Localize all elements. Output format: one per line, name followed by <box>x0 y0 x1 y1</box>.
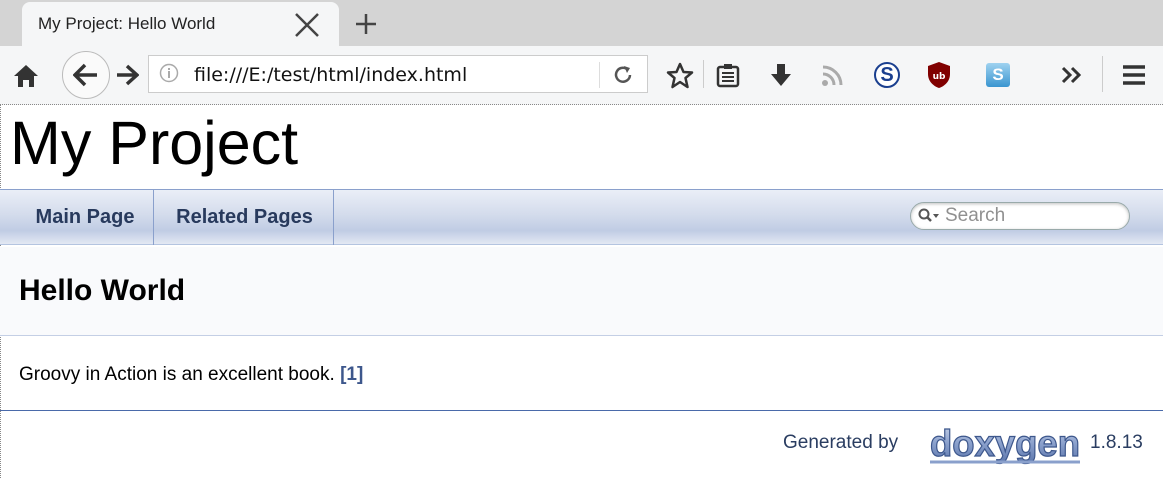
rss-feed-icon[interactable] <box>820 64 844 88</box>
s-blue-extension-icon[interactable]: S <box>986 63 1010 87</box>
back-button[interactable] <box>62 51 110 99</box>
tab-title: My Project: Hello World <box>38 14 216 33</box>
browser-tab[interactable]: My Project: Hello World <box>22 2 339 46</box>
page-heading: Hello World <box>19 274 186 307</box>
search-input[interactable] <box>945 205 1115 227</box>
browser-tab-bar: My Project: Hello World <box>0 0 1163 46</box>
hamburger-menu-icon[interactable] <box>1121 64 1147 86</box>
toolbar-divider <box>703 60 704 88</box>
footer-generated-by: Generated by <box>783 432 899 453</box>
citation-link[interactable]: [1] <box>340 364 363 385</box>
footer-divider <box>0 410 1163 411</box>
content-paragraph: Groovy in Action is an excellent book. [… <box>19 364 363 386</box>
info-icon[interactable] <box>159 63 179 83</box>
project-title: My Project <box>10 109 299 177</box>
home-icon[interactable] <box>12 63 40 89</box>
reading-list-icon[interactable] <box>715 63 741 89</box>
tab-main-page[interactable]: Main Page <box>18 190 152 245</box>
url-bar[interactable]: file:///E:/test/html/index.html <box>148 55 648 93</box>
doxygen-nav-tabs: Main Page Related Pages <box>0 189 1163 245</box>
content-text: Groovy in Action is an excellent book. <box>19 364 335 385</box>
close-icon[interactable] <box>292 10 322 40</box>
url-divider <box>599 62 600 88</box>
svg-text:ub: ub <box>933 72 946 82</box>
bookmark-star-icon[interactable] <box>666 62 694 90</box>
reload-icon[interactable] <box>611 63 635 87</box>
back-arrow-icon <box>73 63 97 87</box>
svg-text:doxygen: doxygen <box>930 424 1080 464</box>
s-extension-icon[interactable]: S <box>874 62 900 88</box>
search-box[interactable] <box>910 202 1130 230</box>
doxygen-version: 1.8.13 <box>1090 432 1143 453</box>
overflow-menu-icon[interactable] <box>1061 66 1083 84</box>
tab-divider <box>333 190 334 245</box>
doxygen-logo[interactable]: doxygen <box>928 424 1083 466</box>
ublock-origin-icon[interactable]: ub <box>927 61 951 89</box>
new-tab-icon[interactable] <box>352 10 380 38</box>
search-icon[interactable] <box>918 208 940 224</box>
browser-toolbar: file:///E:/test/html/index.html S ub S <box>0 46 1163 105</box>
tab-divider <box>153 190 154 245</box>
tab-related-pages[interactable]: Related Pages <box>158 190 331 245</box>
url-text[interactable]: file:///E:/test/html/index.html <box>194 64 467 86</box>
download-icon[interactable] <box>768 62 794 90</box>
forward-icon[interactable] <box>115 64 139 86</box>
toolbar-divider <box>1102 56 1103 92</box>
